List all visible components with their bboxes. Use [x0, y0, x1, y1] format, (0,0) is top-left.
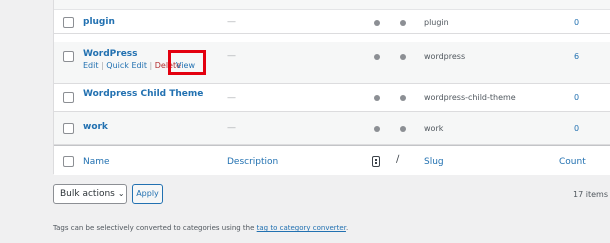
- row-actions: Edit | Quick Edit | Delete: [83, 61, 181, 70]
- table-top-strip: [54, 0, 610, 10]
- tag-description: —: [227, 93, 236, 103]
- tag-count-link[interactable]: 6: [574, 52, 579, 61]
- table-footer-header: Name Description ∕ Slug Count: [54, 145, 610, 175]
- tag-description: —: [227, 17, 236, 27]
- tag-name-link[interactable]: WordPress: [83, 49, 138, 59]
- tag-count-link[interactable]: 0: [574, 93, 579, 102]
- status-dot: [374, 20, 380, 26]
- status-dot: [400, 126, 406, 132]
- row-checkbox[interactable]: [63, 92, 74, 103]
- apply-button[interactable]: Apply: [132, 184, 163, 204]
- comments-column-icon: [372, 156, 380, 167]
- tag-count-link[interactable]: 0: [574, 18, 579, 27]
- tag-name-link[interactable]: plugin: [83, 17, 115, 27]
- status-dot: [374, 54, 380, 60]
- tag-slug: plugin: [424, 18, 449, 27]
- table-row: plugin — plugin 0: [54, 10, 610, 34]
- tag-slug: work: [424, 124, 444, 133]
- count-column-header[interactable]: Count: [559, 157, 586, 167]
- view-link[interactable]: View: [176, 61, 195, 70]
- table-row: WordPress — wordpress 6 Edit | Quick Edi…: [54, 42, 610, 84]
- row-checkbox[interactable]: [63, 123, 74, 134]
- tag-slug: wordpress: [424, 52, 466, 61]
- status-dot: [400, 95, 406, 101]
- status-dot: [400, 20, 406, 26]
- row-checkbox[interactable]: [63, 51, 74, 62]
- name-column-header[interactable]: Name: [83, 157, 110, 167]
- bulk-actions-select[interactable]: Bulk actions ⌄: [53, 184, 127, 204]
- tag-count-link[interactable]: 0: [574, 124, 579, 133]
- status-dot: [374, 126, 380, 132]
- tags-table: plugin — plugin 0 WordPress — wordpress …: [53, 0, 610, 175]
- status-dot: [374, 95, 380, 101]
- row-checkbox[interactable]: [63, 17, 74, 28]
- table-row: work — work 0: [54, 112, 610, 145]
- bulk-actions-label: Bulk actions: [60, 189, 115, 199]
- tag-slug: wordpress-child-theme: [424, 93, 516, 102]
- table-row: Wordpress Child Theme — wordpress-child-…: [54, 84, 610, 112]
- slug-column-header[interactable]: Slug: [424, 157, 444, 167]
- select-all-checkbox[interactable]: [63, 156, 74, 167]
- tag-description: —: [227, 51, 236, 61]
- converter-footnote: Tags can be selectively converted to cat…: [53, 224, 348, 232]
- tag-description: —: [227, 123, 236, 133]
- tag-name-link[interactable]: Wordpress Child Theme: [83, 89, 203, 99]
- status-dot: [400, 54, 406, 60]
- tag-converter-link[interactable]: tag to category converter: [257, 224, 346, 232]
- posts-column-icon: ∕: [396, 154, 400, 165]
- footnote-period: .: [345, 224, 349, 232]
- tag-name-link[interactable]: work: [83, 122, 108, 132]
- edit-link[interactable]: Edit: [83, 61, 99, 70]
- footnote-text: Tags can be selectively converted to cat…: [53, 224, 257, 232]
- items-count: 17 items: [573, 190, 608, 199]
- quick-edit-link[interactable]: Quick Edit: [106, 61, 147, 70]
- chevron-down-icon: ⌄: [117, 189, 125, 198]
- description-column-header[interactable]: Description: [227, 157, 278, 167]
